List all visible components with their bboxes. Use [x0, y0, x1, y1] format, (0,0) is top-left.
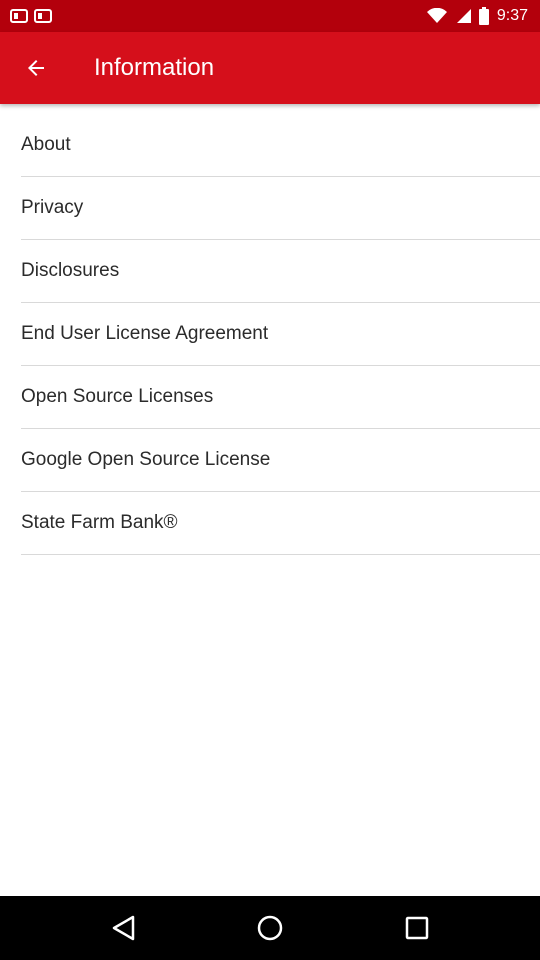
- list-item-eula[interactable]: End User License Agreement: [21, 303, 540, 366]
- system-nav-bar: [0, 896, 540, 960]
- triangle-back-icon: [113, 915, 135, 941]
- status-icons: [426, 7, 489, 25]
- list-item-label: Open Source Licenses: [21, 386, 214, 407]
- notification-icons: [10, 8, 52, 24]
- notification-icon: [34, 9, 52, 23]
- nav-home-button[interactable]: [240, 896, 300, 960]
- list-item-label: End User License Agreement: [21, 323, 269, 344]
- back-button[interactable]: [0, 32, 72, 104]
- page-title: Information: [94, 54, 215, 81]
- wifi-icon: [426, 8, 447, 23]
- arrow-left-icon: [28, 60, 44, 76]
- nav-back-button[interactable]: [93, 896, 153, 960]
- list-item-label: Google Open Source License: [21, 449, 271, 470]
- list-item-google-open-source-license[interactable]: Google Open Source License: [21, 429, 540, 492]
- list-item-label: State Farm Bank®: [21, 512, 178, 533]
- app-bar: Information: [0, 32, 540, 104]
- battery-icon: [478, 7, 489, 25]
- list-item-about[interactable]: About: [21, 114, 540, 177]
- status-bar: 9:37: [0, 0, 540, 32]
- nav-recents-button[interactable]: [387, 896, 447, 960]
- status-time: 9:37: [496, 7, 528, 24]
- notification-icon: [10, 9, 28, 23]
- signal-icon: [456, 9, 471, 23]
- list-item-label: About: [21, 134, 71, 155]
- list-item-label: Privacy: [21, 197, 84, 218]
- square-recents-icon: [405, 916, 428, 940]
- list-item-privacy[interactable]: Privacy: [21, 177, 540, 240]
- information-list: About Privacy Disclosures End User Licen…: [0, 104, 540, 555]
- circle-home-icon: [257, 915, 283, 941]
- list-item-state-farm-bank[interactable]: State Farm Bank®: [21, 492, 540, 555]
- list-item-disclosures[interactable]: Disclosures: [21, 240, 540, 303]
- list-item-open-source-licenses[interactable]: Open Source Licenses: [21, 366, 540, 429]
- list-item-label: Disclosures: [21, 260, 120, 281]
